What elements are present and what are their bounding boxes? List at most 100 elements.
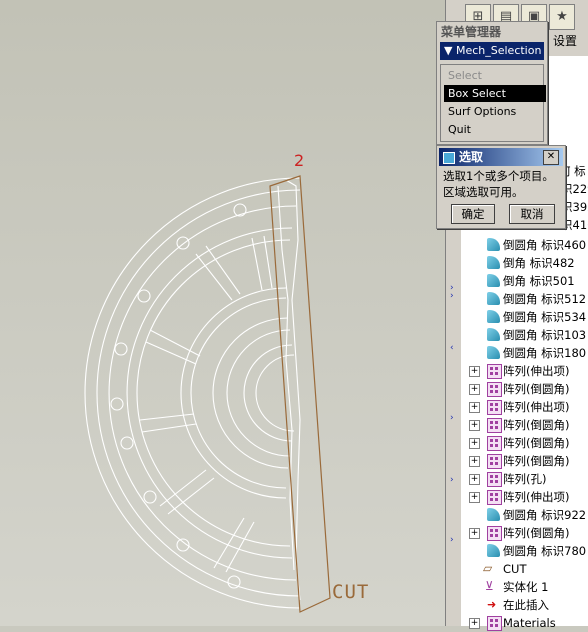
tree-row-label: 倒角 标识501 — [503, 274, 575, 288]
menu-item-surf-options[interactable]: Surf Options — [444, 103, 546, 120]
tree-row-label: Materials — [503, 616, 556, 630]
tree-row[interactable]: ⊻ 实体化 1 — [461, 578, 588, 596]
materials-icon — [487, 616, 502, 631]
tree-row[interactable]: ▱ CUT — [461, 560, 588, 578]
expand-plus-icon[interactable]: + — [469, 438, 480, 449]
pattern-icon — [487, 490, 502, 505]
round-icon — [487, 256, 500, 269]
tree-row[interactable]: 倒圆角 标识460 — [461, 236, 588, 254]
tree-row[interactable]: 倒圆角 标识103 — [461, 326, 588, 344]
tree-row-label: 倒圆角 标识460 — [503, 238, 587, 252]
expand-plus-icon[interactable]: + — [469, 384, 480, 395]
dialog-message-2: 区域选取可用。 — [443, 185, 524, 199]
dialog-app-icon — [443, 152, 455, 164]
select-dialog-title: 选取 — [459, 150, 484, 164]
expand-plus-icon[interactable]: + — [469, 528, 480, 539]
collapse-arrow-icon[interactable]: › — [450, 536, 454, 545]
settings-tab[interactable]: 设置 — [553, 32, 577, 49]
expand-plus-icon[interactable]: + — [469, 492, 480, 503]
tree-row-label: 阵列(伸出项) — [503, 400, 570, 414]
expand-plus-icon[interactable]: + — [469, 456, 480, 467]
pattern-icon — [487, 526, 502, 541]
select-dialog: 选取 ✕ 选取1个或多个项目。 区域选取可用。 确定 取消 — [436, 145, 566, 229]
pattern-icon — [487, 436, 502, 451]
tree-row-label: 阵列(倒圆角) — [503, 418, 570, 432]
round-icon — [487, 310, 500, 323]
tree-row-label: 倒圆角 标识922 — [503, 508, 587, 522]
tree-row-label: 实体化 1 — [503, 580, 549, 594]
tree-row[interactable]: ➜ 在此插入 — [461, 596, 588, 614]
ok-button[interactable]: 确定 — [451, 204, 495, 224]
tree-row-label: 阵列(倒圆角) — [503, 526, 570, 540]
pattern-icon — [487, 418, 502, 433]
tree-row[interactable]: + 阵列(倒圆角) — [461, 416, 588, 434]
round-icon — [487, 328, 500, 341]
pattern-icon — [487, 454, 502, 469]
tree-row-label: 倒圆角 标识103 — [503, 328, 587, 342]
expand-plus-icon[interactable]: + — [469, 366, 480, 377]
menu-manager: 菜单管理器 ▼ Mech_Selection ( Select Box Sele… — [436, 21, 548, 145]
tree-row[interactable]: + 阵列(伸出项) — [461, 362, 588, 380]
pattern-icon — [487, 400, 502, 415]
tree-row-label: 阵列(孔) — [503, 472, 547, 486]
tree-row-label: 在此插入 — [503, 598, 549, 612]
tree-row[interactable]: + 阵列(倒圆角) — [461, 524, 588, 542]
expand-arrow-icon[interactable]: ‹ — [450, 344, 454, 353]
tree-row-label: 倒圆角 标识512 — [503, 292, 587, 306]
menu-item-box-select[interactable]: Box Select — [444, 85, 546, 102]
cancel-button[interactable]: 取消 — [509, 204, 555, 224]
pattern-icon — [487, 472, 502, 487]
menu-item-quit[interactable]: Quit — [444, 121, 546, 138]
tree-row-label: 倒圆角 标识780 — [503, 544, 587, 558]
insert-here-icon: ➜ — [487, 598, 497, 611]
part-wireframe: 2 CUT — [84, 151, 369, 613]
marker-label: 2 — [294, 151, 304, 170]
tree-row-label: CUT — [503, 562, 527, 576]
cut-label: CUT — [332, 581, 369, 603]
tree-row[interactable]: + Materials — [461, 614, 588, 632]
collapse-arrow-icon[interactable]: › — [450, 292, 454, 301]
cut-icon: ▱ — [483, 561, 493, 575]
tree-row-label: 阵列(伸出项) — [503, 364, 570, 378]
tree-row[interactable]: 倒角 标识501 — [461, 272, 588, 290]
expand-plus-icon[interactable]: + — [469, 402, 480, 413]
tree-row[interactable]: 倒圆角 标识922 — [461, 506, 588, 524]
solidify-icon: ⊻ — [485, 579, 494, 593]
tree-row[interactable]: + 阵列(倒圆角) — [461, 452, 588, 470]
tree-row[interactable]: + 阵列(倒圆角) — [461, 434, 588, 452]
expand-plus-icon[interactable]: + — [469, 420, 480, 431]
tree-row[interactable]: + 阵列(伸出项) — [461, 398, 588, 416]
round-icon — [487, 238, 500, 251]
tree-row[interactable]: + 阵列(孔) — [461, 470, 588, 488]
menu-item-select: Select — [448, 69, 482, 82]
favorites-icon[interactable]: ★ — [549, 4, 575, 30]
round-icon — [487, 274, 500, 287]
tree-row-label: 阵列(倒圆角) — [503, 436, 570, 450]
tree-row[interactable]: 倒圆角 标识512 — [461, 290, 588, 308]
round-icon — [487, 544, 500, 557]
model-viewport[interactable]: 2 CUT — [0, 0, 445, 626]
select-dialog-titlebar[interactable]: 选取 ✕ — [439, 148, 563, 166]
tree-row[interactable]: + 阵列(伸出项) — [461, 488, 588, 506]
tree-row-label: 阵列(倒圆角) — [503, 454, 570, 468]
round-icon — [487, 292, 500, 305]
tree-row[interactable]: 倒圆角 标识780 — [461, 542, 588, 560]
expand-plus-icon[interactable]: + — [469, 474, 480, 485]
tree-row-label: 阵列(伸出项) — [503, 490, 570, 504]
tree-row[interactable]: + 阵列(倒圆角) — [461, 380, 588, 398]
tree-row-label: 阵列(倒圆角) — [503, 382, 570, 396]
menu-manager-title: 菜单管理器 — [437, 22, 547, 42]
mech-selection-label: Mech_Selection ( — [455, 44, 544, 57]
close-icon[interactable]: ✕ — [543, 150, 559, 165]
mech-selection-header[interactable]: ▼ Mech_Selection ( — [440, 42, 544, 60]
pattern-icon — [487, 364, 502, 379]
tree-row[interactable]: 倒角 标识482 — [461, 254, 588, 272]
collapse-arrow-icon[interactable]: › — [450, 476, 454, 485]
tree-row[interactable]: 倒圆角 标识180 — [461, 344, 588, 362]
expand-plus-icon[interactable]: + — [469, 618, 480, 629]
tree-row[interactable]: 倒圆角 标识534 — [461, 308, 588, 326]
collapse-arrow-icon[interactable]: › — [450, 414, 454, 423]
pattern-icon — [487, 382, 502, 397]
round-icon — [487, 508, 500, 521]
cut-plane — [269, 175, 331, 613]
